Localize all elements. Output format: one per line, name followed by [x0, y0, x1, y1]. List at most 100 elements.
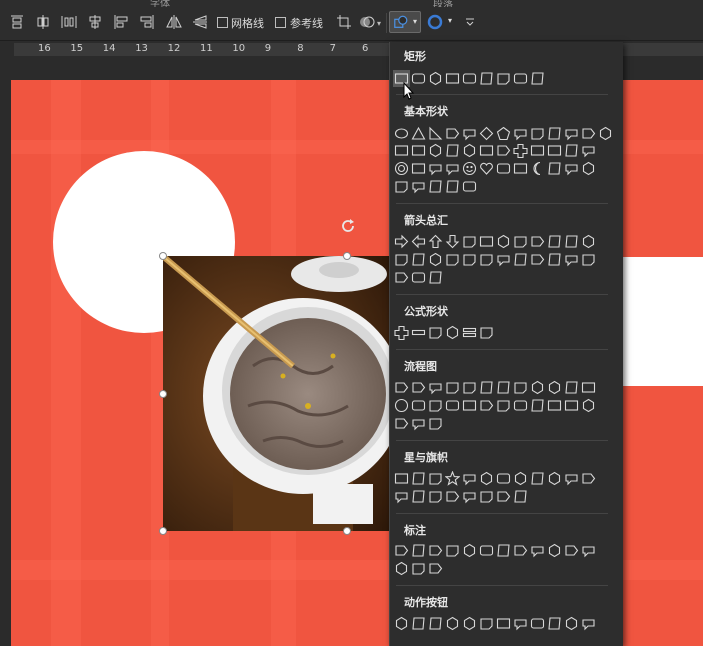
right-arrow-icon[interactable] — [393, 233, 410, 250]
star12-icon[interactable] — [529, 470, 546, 487]
resize-handle-w[interactable] — [159, 390, 167, 398]
plaque-icon[interactable] — [529, 142, 546, 159]
pie-icon[interactable] — [393, 142, 410, 159]
arc-icon[interactable] — [563, 160, 580, 177]
snip-diag-icon[interactable] — [461, 70, 478, 87]
gridlines-checkbox[interactable] — [217, 17, 228, 28]
folded-icon[interactable] — [444, 160, 461, 177]
curved-ribbon-up-icon[interactable] — [427, 488, 444, 505]
left-right-up-arrow-icon[interactable] — [512, 233, 529, 250]
cross-icon[interactable] — [512, 142, 529, 159]
diamond-icon[interactable] — [478, 125, 495, 142]
can-icon[interactable] — [546, 142, 563, 159]
multidocument-icon[interactable] — [512, 379, 529, 396]
hexagon-icon[interactable] — [512, 125, 529, 142]
scroll-h-icon[interactable] — [478, 488, 495, 505]
accent1-icon[interactable] — [512, 542, 529, 559]
alt-process-icon[interactable] — [410, 379, 427, 396]
predefined-icon[interactable] — [461, 379, 478, 396]
chord-icon[interactable] — [410, 142, 427, 159]
up-down-arrow-icon[interactable] — [478, 233, 495, 250]
accent2-icon[interactable] — [529, 542, 546, 559]
food-photo[interactable] — [163, 256, 391, 531]
decision-icon[interactable] — [427, 379, 444, 396]
teardrop-icon[interactable] — [427, 142, 444, 159]
return-icon[interactable] — [495, 615, 512, 632]
n8-icon[interactable] — [563, 125, 580, 142]
terminator-icon[interactable] — [529, 379, 546, 396]
star10-icon[interactable] — [512, 470, 529, 487]
left-up-arrow-icon[interactable] — [563, 233, 580, 250]
preparation-icon[interactable] — [546, 379, 563, 396]
beginning-icon[interactable] — [427, 615, 444, 632]
left-bracket-icon[interactable] — [410, 178, 427, 195]
divide-icon[interactable] — [444, 324, 461, 341]
snip2-icon[interactable] — [444, 70, 461, 87]
border1-icon[interactable] — [563, 542, 580, 559]
block-arc-icon[interactable] — [427, 160, 444, 177]
notched-right-icon[interactable] — [478, 251, 495, 268]
cube-icon[interactable] — [563, 142, 580, 159]
curved-down-icon[interactable] — [444, 251, 461, 268]
heart-icon[interactable] — [478, 160, 495, 177]
resize-handle-n[interactable] — [343, 252, 351, 260]
left-callout-icon[interactable] — [563, 251, 580, 268]
shape-fill-button[interactable]: ▾ — [424, 11, 454, 33]
left-arrow-icon[interactable] — [410, 233, 427, 250]
lightning-icon[interactable] — [495, 160, 512, 177]
document-icon[interactable] — [495, 379, 512, 396]
bevel-icon[interactable] — [580, 142, 597, 159]
accent-border2-icon[interactable] — [427, 560, 444, 577]
n10-icon[interactable] — [580, 125, 597, 142]
blank-icon[interactable] — [580, 615, 597, 632]
half-frame-icon[interactable] — [461, 142, 478, 159]
star5-icon[interactable] — [444, 470, 461, 487]
collate-icon[interactable] — [495, 397, 512, 414]
resize-handle-nw[interactable] — [159, 252, 167, 260]
internal-storage-icon[interactable] — [478, 379, 495, 396]
sound-icon[interactable] — [546, 615, 563, 632]
quad-callout-icon[interactable] — [410, 269, 427, 286]
info-icon[interactable] — [478, 615, 495, 632]
plus-icon[interactable] — [393, 324, 410, 341]
moon-icon[interactable] — [529, 160, 546, 177]
stored-data-icon[interactable] — [563, 397, 580, 414]
curved-right-icon[interactable] — [393, 251, 410, 268]
right-bracket-icon[interactable] — [427, 178, 444, 195]
rect-round-icon[interactable] — [529, 70, 546, 87]
quad-arrow-icon[interactable] — [495, 233, 512, 250]
manual-operation-icon[interactable] — [580, 379, 597, 396]
star32-icon[interactable] — [580, 470, 597, 487]
left-right-arrow-icon[interactable] — [461, 233, 478, 250]
distribute-horizontal-icon[interactable] — [58, 11, 80, 33]
resize-handle-sw[interactable] — [159, 527, 167, 535]
align-right-icon[interactable] — [136, 11, 158, 33]
explosion2-icon[interactable] — [410, 470, 427, 487]
align-center-icon[interactable] — [84, 11, 106, 33]
heptagon-icon[interactable] — [529, 125, 546, 142]
summing-icon[interactable] — [461, 397, 478, 414]
parallelogram-icon[interactable] — [444, 125, 461, 142]
connector-icon[interactable] — [393, 397, 410, 414]
accent3-icon[interactable] — [546, 542, 563, 559]
round-diag-icon[interactable] — [512, 70, 529, 87]
cloud-callout-icon[interactable] — [444, 542, 461, 559]
align-top-icon[interactable] — [6, 11, 28, 33]
brace-pair-icon[interactable] — [393, 178, 410, 195]
sort-icon[interactable] — [512, 397, 529, 414]
white-rectangle-shape[interactable] — [623, 257, 703, 386]
pentagon-arrow-icon[interactable] — [495, 251, 512, 268]
forward-icon[interactable] — [410, 615, 427, 632]
down-arrow-icon[interactable] — [444, 233, 461, 250]
star7-icon[interactable] — [478, 470, 495, 487]
bent-arrow-icon[interactable] — [529, 233, 546, 250]
line2-icon[interactable] — [478, 542, 495, 559]
round1-icon[interactable] — [478, 70, 495, 87]
u-turn-icon[interactable] — [546, 233, 563, 250]
pentagon-icon[interactable] — [495, 125, 512, 142]
donut-icon[interactable] — [393, 160, 410, 177]
round2-icon[interactable] — [495, 70, 512, 87]
line3-icon[interactable] — [495, 542, 512, 559]
equal-icon[interactable] — [461, 324, 478, 341]
right-callout-icon[interactable] — [529, 251, 546, 268]
